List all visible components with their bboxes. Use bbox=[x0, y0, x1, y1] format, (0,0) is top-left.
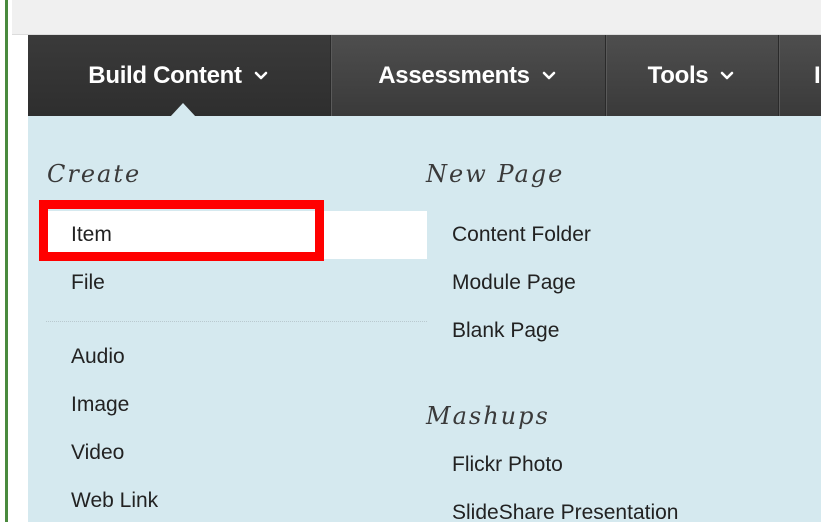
menu-divider bbox=[46, 321, 427, 322]
top-strip bbox=[12, 0, 821, 35]
new-page-heading: New Page bbox=[426, 160, 565, 188]
mashups-heading: Mashups bbox=[426, 402, 550, 430]
tab-assessments[interactable]: Assessments bbox=[331, 35, 605, 116]
build-content-menu: Create New Page Mashups Item File Audio … bbox=[28, 116, 821, 525]
tab-tools[interactable]: Tools bbox=[606, 35, 778, 116]
menu-item-video[interactable]: Video bbox=[71, 441, 124, 465]
dropdown-pointer bbox=[170, 103, 196, 117]
menu-item-image[interactable]: Image bbox=[71, 393, 129, 417]
create-heading: Create bbox=[47, 160, 142, 188]
tab-label: Assessments bbox=[378, 61, 530, 89]
menu-item-web-link[interactable]: Web Link bbox=[71, 489, 158, 513]
tab-label: Build Content bbox=[88, 61, 242, 89]
chevron-down-icon bbox=[721, 71, 734, 79]
tab-label: I bbox=[814, 61, 821, 89]
red-highlight-box bbox=[39, 200, 324, 261]
tab-separator bbox=[778, 35, 779, 116]
menu-item-slideshare-presentation[interactable]: SlideShare Presentation bbox=[452, 501, 678, 525]
menu-item-content-folder[interactable]: Content Folder bbox=[452, 223, 591, 247]
window-frame bbox=[0, 0, 12, 522]
chevron-down-icon bbox=[542, 71, 556, 79]
menu-item-flickr-photo[interactable]: Flickr Photo bbox=[452, 453, 563, 477]
page: Build Content Assessments Tools I Create bbox=[0, 0, 821, 525]
menu-item-file[interactable]: File bbox=[71, 271, 105, 295]
tab-partial[interactable]: I bbox=[814, 35, 821, 116]
menu-item-module-page[interactable]: Module Page bbox=[452, 271, 576, 295]
content-tabs-bar: Build Content Assessments Tools I bbox=[28, 35, 821, 116]
menu-item-audio[interactable]: Audio bbox=[71, 345, 125, 369]
menu-item-blank-page[interactable]: Blank Page bbox=[452, 319, 559, 343]
chevron-down-icon bbox=[254, 71, 268, 79]
tab-label: Tools bbox=[647, 61, 709, 89]
